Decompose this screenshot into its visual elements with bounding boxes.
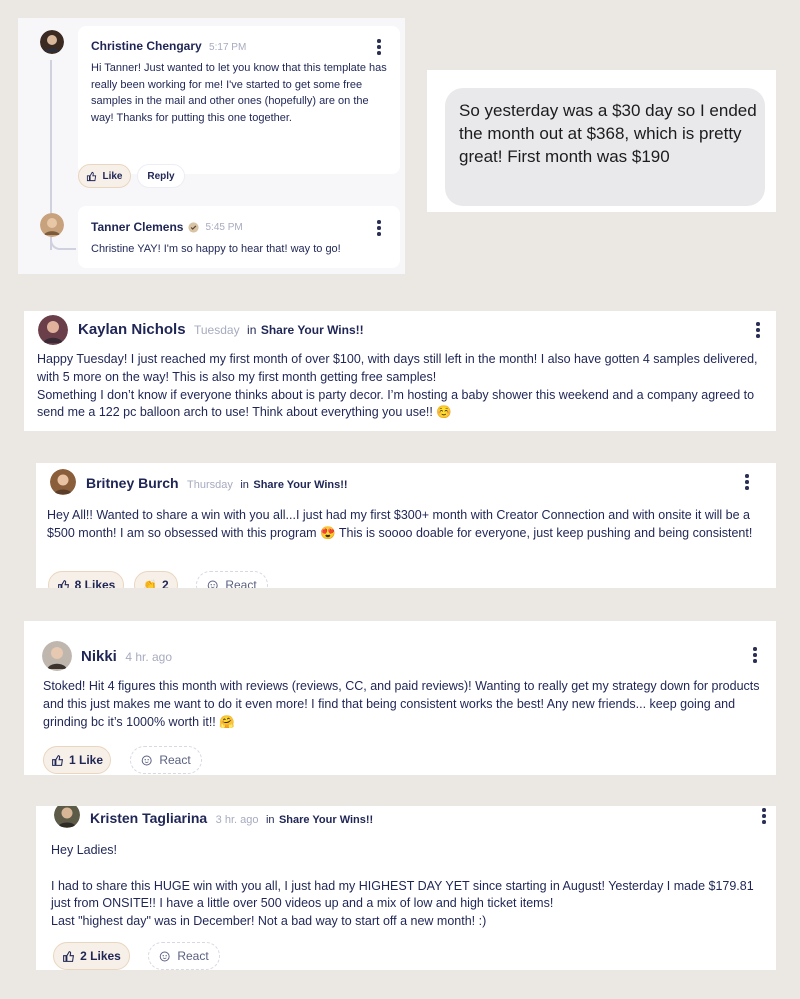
likes-button[interactable]: 8 Likes bbox=[48, 571, 124, 588]
message-text: So yesterday was a $30 day so I ended th… bbox=[459, 101, 757, 166]
more-vertical-icon[interactable] bbox=[752, 647, 758, 665]
post-card: Kaylan Nichols Tuesday in Share Your Win… bbox=[24, 311, 776, 431]
post-text: Happy Tuesday! I just reached my first m… bbox=[37, 352, 758, 420]
post-time: 4 hr. ago bbox=[125, 650, 173, 664]
post-author[interactable]: Kaylan Nichols bbox=[78, 321, 186, 338]
more-vertical-icon[interactable] bbox=[376, 220, 382, 238]
reply-time: 5:45 PM bbox=[205, 221, 243, 233]
avatar[interactable] bbox=[50, 469, 76, 495]
likes-label: 1 Like bbox=[68, 753, 104, 767]
thumbs-up-icon bbox=[87, 171, 97, 181]
smiley-plus-icon bbox=[208, 580, 218, 588]
comment-thread-panel: Christine Chengary 5:17 PM Hi Tanner! Ju… bbox=[18, 18, 405, 274]
post-card: Britney Burch Thursday in Share Your Win… bbox=[36, 463, 776, 588]
react-label: React bbox=[177, 949, 209, 963]
post-text: Stoked! Hit 4 figures this month with re… bbox=[43, 679, 760, 729]
avatar[interactable] bbox=[40, 30, 64, 54]
react-label: React bbox=[159, 753, 191, 767]
in-label: in bbox=[247, 323, 257, 337]
message-bubble: So yesterday was a $30 day so I ended th… bbox=[445, 88, 765, 206]
more-vertical-icon[interactable] bbox=[376, 39, 382, 57]
post-author[interactable]: Britney Burch bbox=[86, 475, 179, 491]
likes-label: 8 Likes bbox=[74, 578, 116, 588]
smiley-plus-icon bbox=[142, 755, 152, 765]
react-button[interactable]: React bbox=[196, 571, 268, 588]
likes-button[interactable]: 1 Like bbox=[43, 746, 111, 774]
more-vertical-icon[interactable] bbox=[744, 474, 750, 492]
comment-author[interactable]: Christine Chengary bbox=[91, 39, 202, 53]
thumbs-up-icon bbox=[57, 579, 69, 588]
avatar[interactable] bbox=[42, 641, 72, 671]
post-card: Kristen Tagliarina 3 hr. ago in Share Yo… bbox=[36, 806, 776, 970]
reply-card: Tanner Clemens 5:45 PM Christine YAY! I'… bbox=[78, 206, 400, 268]
like-button[interactable]: Like bbox=[78, 164, 131, 188]
post-channel[interactable]: Share Your Wins!! bbox=[261, 323, 364, 337]
avatar[interactable] bbox=[40, 213, 64, 237]
thumbs-up-icon bbox=[52, 754, 63, 766]
likes-label: 2 Likes bbox=[80, 949, 121, 963]
thumbs-up-icon bbox=[63, 950, 75, 962]
comment-card: Christine Chengary 5:17 PM Hi Tanner! Ju… bbox=[78, 26, 400, 174]
comment-text: Hi Tanner! Just wanted to let you know t… bbox=[91, 62, 387, 124]
more-vertical-icon[interactable] bbox=[761, 808, 767, 826]
in-label: in bbox=[240, 479, 249, 491]
like-label: Like bbox=[102, 170, 123, 182]
post-time: Tuesday bbox=[194, 323, 240, 337]
avatar[interactable] bbox=[54, 806, 80, 828]
avatar[interactable] bbox=[38, 315, 68, 345]
post-channel[interactable]: Share Your Wins!! bbox=[279, 814, 373, 826]
comment-time: 5:17 PM bbox=[209, 42, 247, 53]
post-text: Hey All!! Wanted to share a win with you… bbox=[47, 508, 753, 540]
react-button[interactable]: React bbox=[130, 746, 202, 774]
smiley-plus-icon bbox=[160, 951, 170, 961]
clapping-hands-icon: 👏 bbox=[143, 579, 157, 589]
reply-button[interactable]: Reply bbox=[137, 164, 185, 188]
post-time: 3 hr. ago bbox=[215, 814, 259, 826]
react-button[interactable]: React bbox=[148, 942, 220, 970]
post-channel[interactable]: Share Your Wins!! bbox=[253, 479, 347, 491]
verified-badge-icon bbox=[188, 221, 200, 233]
reaction-count: 2 bbox=[162, 578, 169, 588]
message-panel: So yesterday was a $30 day so I ended th… bbox=[427, 70, 776, 212]
reply-label: Reply bbox=[147, 170, 175, 182]
post-text: Hey Ladies! I had to share this HUGE win… bbox=[51, 843, 754, 928]
react-label: React bbox=[225, 578, 257, 588]
post-card: Nikki 4 hr. ago Stoked! Hit 4 figures th… bbox=[24, 621, 776, 775]
more-vertical-icon[interactable] bbox=[755, 322, 761, 340]
post-time: Thursday bbox=[187, 479, 233, 491]
likes-button[interactable]: 2 Likes bbox=[53, 942, 130, 970]
reply-text: Christine YAY! I'm so happy to hear that… bbox=[91, 243, 341, 255]
in-label: in bbox=[265, 814, 275, 826]
post-author[interactable]: Nikki bbox=[81, 648, 117, 665]
reaction-button[interactable]: 👏 2 bbox=[134, 571, 178, 588]
reply-author[interactable]: Tanner Clemens bbox=[91, 220, 183, 234]
post-author[interactable]: Kristen Tagliarina bbox=[90, 810, 207, 826]
